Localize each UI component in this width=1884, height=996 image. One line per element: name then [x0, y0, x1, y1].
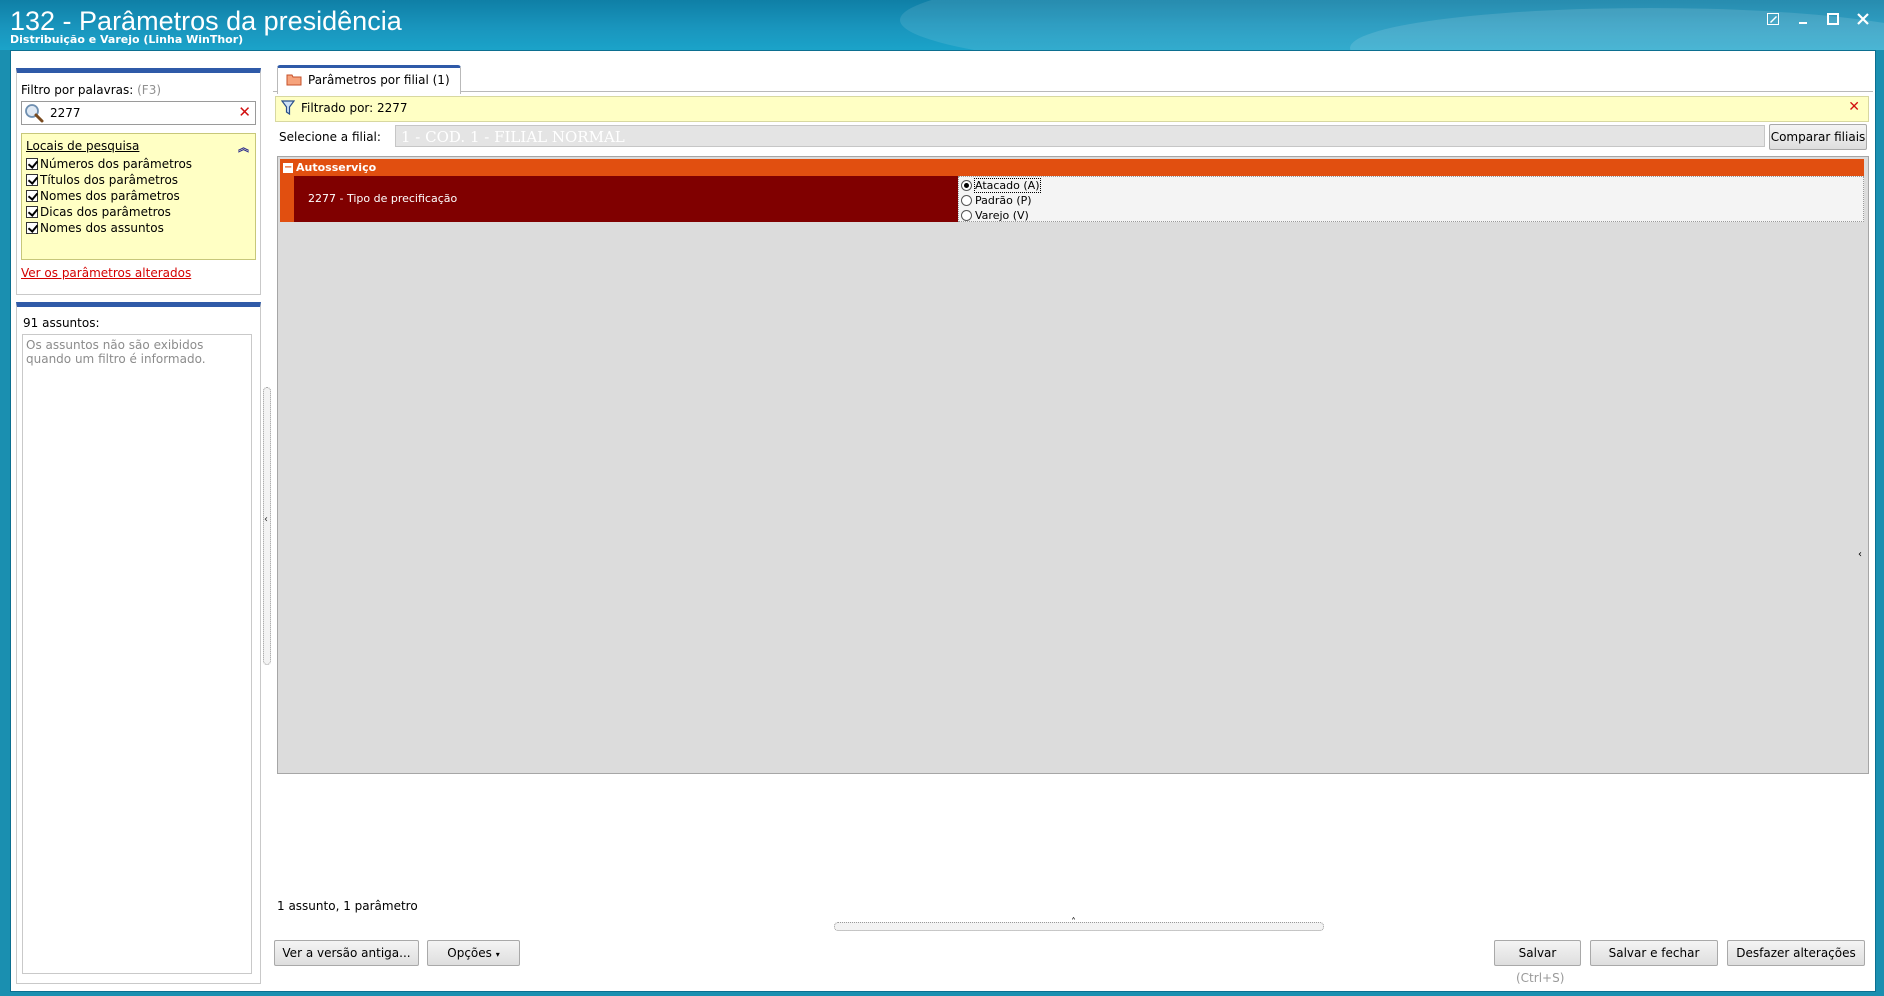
parameters-grid[interactable]: − Autosserviço 2277 - Tipo de precificaç… — [277, 156, 1869, 774]
client-area: Filtro por palavras: (F3) ✕ Locais de pe… — [10, 50, 1876, 992]
dropdown-arrow-icon: ▾ — [495, 950, 500, 959]
parameter-name: 2277 - Tipo de precificação — [294, 176, 958, 222]
collapse-left-icon[interactable]: ‹ — [264, 514, 268, 525]
minimize-icon[interactable] — [1790, 8, 1816, 30]
checkbox-label: Nomes dos parâmetros — [40, 189, 180, 203]
options-button-label: Opções — [447, 946, 492, 960]
old-version-button[interactable]: Ver a versão antiga... — [274, 940, 419, 966]
subjects-panel: 91 assuntos: Os assuntos não são exibido… — [16, 302, 261, 984]
group-header[interactable]: − Autosserviço — [280, 159, 1864, 176]
search-box[interactable]: ✕ — [21, 101, 256, 125]
right-panel-handle[interactable]: ‹ — [1858, 421, 1866, 691]
folder-icon — [286, 74, 302, 86]
checkbox[interactable] — [26, 222, 38, 234]
filter-label-text: Filtro por palavras: — [21, 83, 134, 97]
checkbox[interactable] — [26, 174, 38, 186]
save-button[interactable]: Salvar — [1494, 940, 1581, 966]
collapse-icon[interactable]: ︽ — [238, 139, 249, 155]
save-shortcut-hint: (Ctrl+S) — [1516, 971, 1565, 985]
radio-label: Varejo (V) — [975, 208, 1029, 222]
group-title: Autosserviço — [296, 161, 377, 174]
tab-label: Parâmetros por filial (1) — [308, 73, 450, 87]
compare-branches-button[interactable]: Comparar filiais — [1769, 124, 1867, 150]
window-subtitle: Distribuição e Varejo (Linha WinThor) — [10, 33, 244, 46]
options-button[interactable]: Opções ▾ — [427, 940, 520, 966]
collapse-up-icon[interactable]: ˄ — [1071, 917, 1076, 928]
status-text: 1 assunto, 1 parâmetro — [277, 899, 418, 913]
checkbox-subject-names[interactable]: Nomes dos assuntos — [26, 220, 164, 236]
save-and-close-button[interactable]: Salvar e fechar — [1590, 940, 1718, 966]
radio-option-atacado[interactable]: Atacado (A) — [961, 177, 1041, 193]
search-input[interactable] — [50, 104, 230, 121]
radio-label: Atacado (A) — [974, 177, 1041, 193]
altered-parameters-link[interactable]: Ver os parâmetros alterados — [21, 266, 191, 280]
window-controls — [1760, 8, 1876, 30]
checkbox-parameter-titles[interactable]: Títulos dos parâmetros — [26, 172, 178, 188]
checkbox-label: Nomes dos assuntos — [40, 221, 164, 235]
radio-option-varejo[interactable]: Varejo (V) — [961, 208, 1029, 222]
edit-window-icon[interactable] — [1760, 8, 1786, 30]
subjects-empty-message: Os assuntos não são exibidos quando um f… — [26, 338, 206, 366]
parameter-row[interactable]: 2277 - Tipo de precificação Atacado (A) … — [280, 176, 1864, 222]
checkbox-parameter-tips[interactable]: Dicas dos parâmetros — [26, 204, 171, 220]
checkbox-label: Títulos dos parâmetros — [40, 173, 179, 187]
clear-filter-icon[interactable]: ✕ — [1848, 99, 1860, 115]
bottom-splitter[interactable]: ˄ — [834, 917, 1324, 931]
checkbox-label: Dicas dos parâmetros — [40, 205, 171, 219]
tab-strip: Parâmetros por filial (1) — [273, 65, 1873, 94]
checkbox[interactable] — [26, 206, 38, 218]
subjects-list[interactable]: Os assuntos não são exibidos quando um f… — [22, 334, 252, 974]
active-filter-bar: Filtrado por: 2277 ✕ — [275, 96, 1869, 122]
undo-changes-button[interactable]: Desfazer alterações — [1727, 940, 1865, 966]
filter-panel: Filtro por palavras: (F3) ✕ Locais de pe… — [16, 68, 261, 295]
expand-right-icon[interactable]: ‹ — [1858, 549, 1862, 560]
search-icon — [25, 104, 44, 123]
checkbox[interactable] — [26, 158, 38, 170]
window-title: 132 - Parâmetros da presidência — [10, 6, 402, 36]
branch-label: Selecione a filial: — [279, 130, 381, 144]
filter-label: Filtro por palavras: (F3) — [21, 83, 161, 97]
search-locations: Locais de pesquisa ︽ Números dos parâmet… — [21, 133, 256, 260]
close-icon[interactable] — [1850, 8, 1876, 30]
radio-option-padrao[interactable]: Padrão (P) — [961, 193, 1032, 207]
filter-shortcut-hint: (F3) — [137, 83, 162, 97]
left-panel-splitter[interactable]: ‹ — [263, 387, 271, 665]
parameter-value[interactable]: Atacado (A) Padrão (P) Varejo (V) — [958, 176, 1864, 222]
title-bar[interactable]: 132 - Parâmetros da presidência Distribu… — [0, 0, 1884, 50]
maximize-icon[interactable] — [1820, 8, 1846, 30]
checkbox[interactable] — [26, 190, 38, 202]
subjects-count: 91 assuntos: — [23, 316, 100, 330]
branch-selector: Selecione a filial: 1 - COD. 1 - FILIAL … — [275, 123, 1867, 151]
radio-button[interactable] — [961, 194, 972, 206]
funnel-icon — [281, 100, 295, 116]
search-locations-title: Locais de pesquisa — [26, 139, 140, 153]
checkbox-parameter-names[interactable]: Nomes dos parâmetros — [26, 188, 180, 204]
collapse-group-icon[interactable]: − — [283, 163, 293, 173]
radio-button[interactable] — [961, 179, 972, 191]
checkbox-label: Números dos parâmetros — [40, 157, 193, 171]
clear-search-icon[interactable]: ✕ — [238, 103, 251, 121]
active-filter-text: Filtrado por: 2277 — [301, 101, 408, 115]
branch-select[interactable]: 1 - COD. 1 - FILIAL NORMAL — [395, 125, 1765, 147]
checkbox-parameter-numbers[interactable]: Números dos parâmetros — [26, 156, 192, 172]
tab-branch-parameters[interactable]: Parâmetros por filial (1) — [277, 65, 461, 94]
radio-button[interactable] — [961, 209, 972, 221]
radio-label: Padrão (P) — [975, 193, 1032, 207]
